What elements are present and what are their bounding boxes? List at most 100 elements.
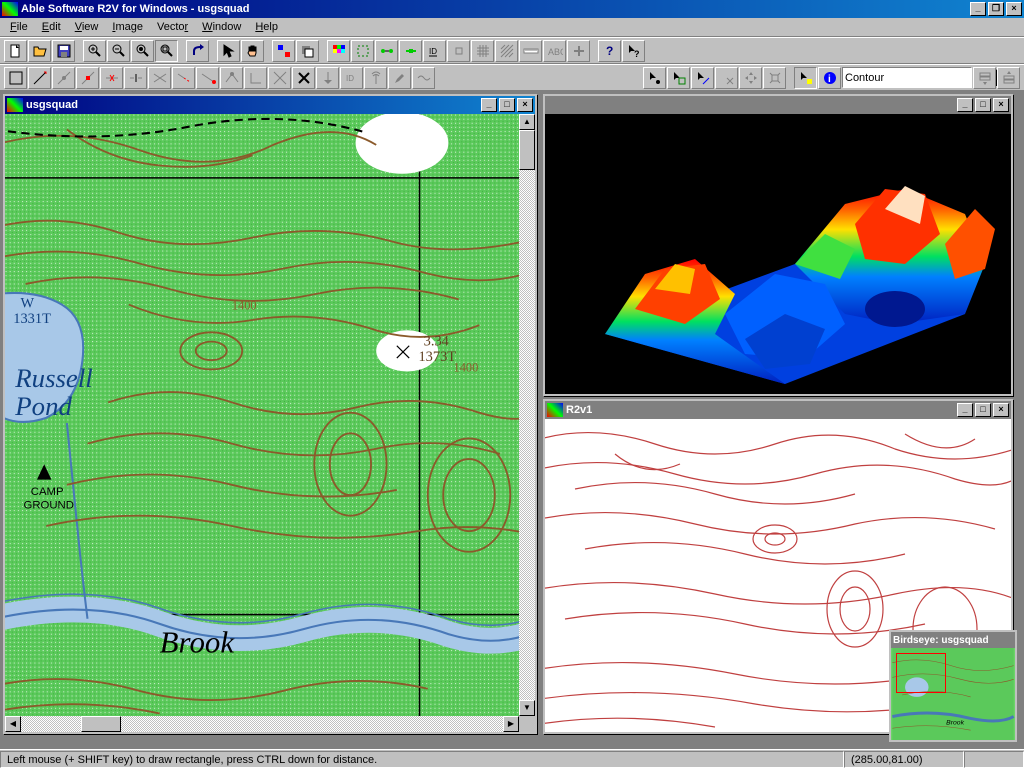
menu-edit[interactable]: Edit: [36, 19, 67, 35]
terrain-close-button[interactable]: ×: [993, 98, 1009, 112]
svg-text:Brook: Brook: [160, 625, 236, 660]
region-button[interactable]: [351, 40, 374, 62]
info-button[interactable]: i: [818, 67, 841, 89]
zoom-in-button[interactable]: [83, 40, 106, 62]
node-del-button[interactable]: [399, 40, 422, 62]
select-x-button[interactable]: [715, 67, 738, 89]
trim-button[interactable]: [196, 67, 219, 89]
edit-node-button[interactable]: [52, 67, 75, 89]
arrow-down-button[interactable]: [316, 67, 339, 89]
snap-button[interactable]: [447, 40, 470, 62]
map-canvas[interactable]: Russell Pond Brook W 1331T CAMP GROUND 3…: [5, 114, 535, 732]
open-button[interactable]: [28, 40, 51, 62]
terrain-minimize-button[interactable]: _: [957, 98, 973, 112]
brush-button[interactable]: [388, 67, 411, 89]
zoom-window-button[interactable]: [155, 40, 178, 62]
cross-button[interactable]: [292, 67, 315, 89]
move-node-button[interactable]: [76, 67, 99, 89]
node-add-button[interactable]: [375, 40, 398, 62]
layer-dropdown[interactable]: ▼: [842, 67, 972, 88]
copy-layer-button[interactable]: [296, 40, 319, 62]
id-tool-button[interactable]: ID: [340, 67, 363, 89]
map-scrollbar-horizontal[interactable]: ◀ ▶: [5, 716, 519, 732]
birdseye-title: Birdseye: usgsquad: [893, 635, 1013, 646]
map-scrollbar-vertical[interactable]: ▲ ▼: [519, 114, 535, 716]
select-line-button[interactable]: [691, 67, 714, 89]
new-button[interactable]: [4, 40, 27, 62]
intersect-button[interactable]: [268, 67, 291, 89]
plus-button[interactable]: [567, 40, 590, 62]
svg-text:Brook: Brook: [946, 719, 964, 726]
svg-text:1400: 1400: [232, 299, 257, 313]
antenna-button[interactable]: [364, 67, 387, 89]
svg-text:ID: ID: [346, 74, 354, 83]
vertex-button[interactable]: [220, 67, 243, 89]
menu-view[interactable]: View: [69, 19, 105, 35]
inspect-button[interactable]: [272, 40, 295, 62]
terrain-canvas[interactable]: [545, 114, 1011, 394]
help-button[interactable]: ?: [598, 40, 621, 62]
vector-maximize-button[interactable]: □: [975, 403, 991, 417]
map-minimize-button[interactable]: _: [481, 98, 497, 112]
text-button[interactable]: ABC: [543, 40, 566, 62]
birdseye-window[interactable]: Birdseye: usgsquad Brook: [889, 630, 1017, 742]
save-button[interactable]: [52, 40, 75, 62]
menu-file[interactable]: File: [4, 19, 34, 35]
birdseye-canvas[interactable]: Brook: [891, 648, 1015, 740]
scroll-up-button[interactable]: ▲: [519, 114, 535, 130]
svg-text:W: W: [20, 296, 34, 312]
vector-close-button[interactable]: ×: [993, 403, 1009, 417]
delete-line-button[interactable]: [100, 67, 123, 89]
split-button[interactable]: [124, 67, 147, 89]
select-grow-button[interactable]: [763, 67, 786, 89]
stack-down-button[interactable]: [973, 67, 996, 89]
scroll-left-button[interactable]: ◀: [5, 716, 21, 732]
menu-help[interactable]: Help: [249, 19, 284, 35]
context-help-button[interactable]: ?: [622, 40, 645, 62]
layer-pick-button[interactable]: [794, 67, 817, 89]
layer-dropdown-input[interactable]: [845, 72, 987, 84]
select-region-button[interactable]: [667, 67, 690, 89]
restore-button[interactable]: ❐: [988, 2, 1004, 16]
child-window-map: usgsquad _ □ ×: [3, 94, 537, 734]
status-hint: Left mouse (+ SHIFT key) to draw rectang…: [0, 751, 844, 768]
svg-text:?: ?: [634, 49, 640, 59]
vector-minimize-button[interactable]: _: [957, 403, 973, 417]
grid-button[interactable]: [471, 40, 494, 62]
extend-button[interactable]: [172, 67, 195, 89]
menu-vector[interactable]: Vector: [151, 19, 194, 35]
select-move-button[interactable]: [739, 67, 762, 89]
vector-window-title: R2v1: [566, 404, 957, 416]
undo-button[interactable]: [186, 40, 209, 62]
wave-button[interactable]: [412, 67, 435, 89]
corner-button[interactable]: [244, 67, 267, 89]
label-id-button[interactable]: ID: [423, 40, 446, 62]
scroll-down-button[interactable]: ▼: [519, 700, 535, 716]
hatch-button[interactable]: [495, 40, 518, 62]
terrain-maximize-button[interactable]: □: [975, 98, 991, 112]
zoom-out-button[interactable]: [107, 40, 130, 62]
pointer-button[interactable]: [217, 40, 240, 62]
line-tool-button[interactable]: [4, 67, 27, 89]
map-close-button[interactable]: ×: [517, 98, 533, 112]
menu-image[interactable]: Image: [106, 19, 149, 35]
mdi-workspace: usgsquad _ □ ×: [0, 91, 1024, 749]
menu-window[interactable]: Window: [196, 19, 247, 35]
hand-button[interactable]: [241, 40, 264, 62]
vector-window-icon: [547, 403, 563, 417]
zoom-region-button[interactable]: [131, 40, 154, 62]
stack-up-button[interactable]: [997, 67, 1020, 89]
measure-button[interactable]: [519, 40, 542, 62]
map-maximize-button[interactable]: □: [499, 98, 515, 112]
scroll-right-button[interactable]: ▶: [503, 716, 519, 732]
birdseye-viewport-rect[interactable]: [896, 653, 946, 693]
svg-text:1373T: 1373T: [418, 349, 456, 365]
join-button[interactable]: [148, 67, 171, 89]
close-button[interactable]: ×: [1006, 2, 1022, 16]
map-window-title: usgsquad: [26, 99, 481, 111]
palette-button[interactable]: [327, 40, 350, 62]
menubar: File Edit View Image Vector Window Help: [0, 18, 1024, 37]
select-point-button[interactable]: [643, 67, 666, 89]
draw-line-button[interactable]: [28, 67, 51, 89]
minimize-button[interactable]: _: [970, 2, 986, 16]
